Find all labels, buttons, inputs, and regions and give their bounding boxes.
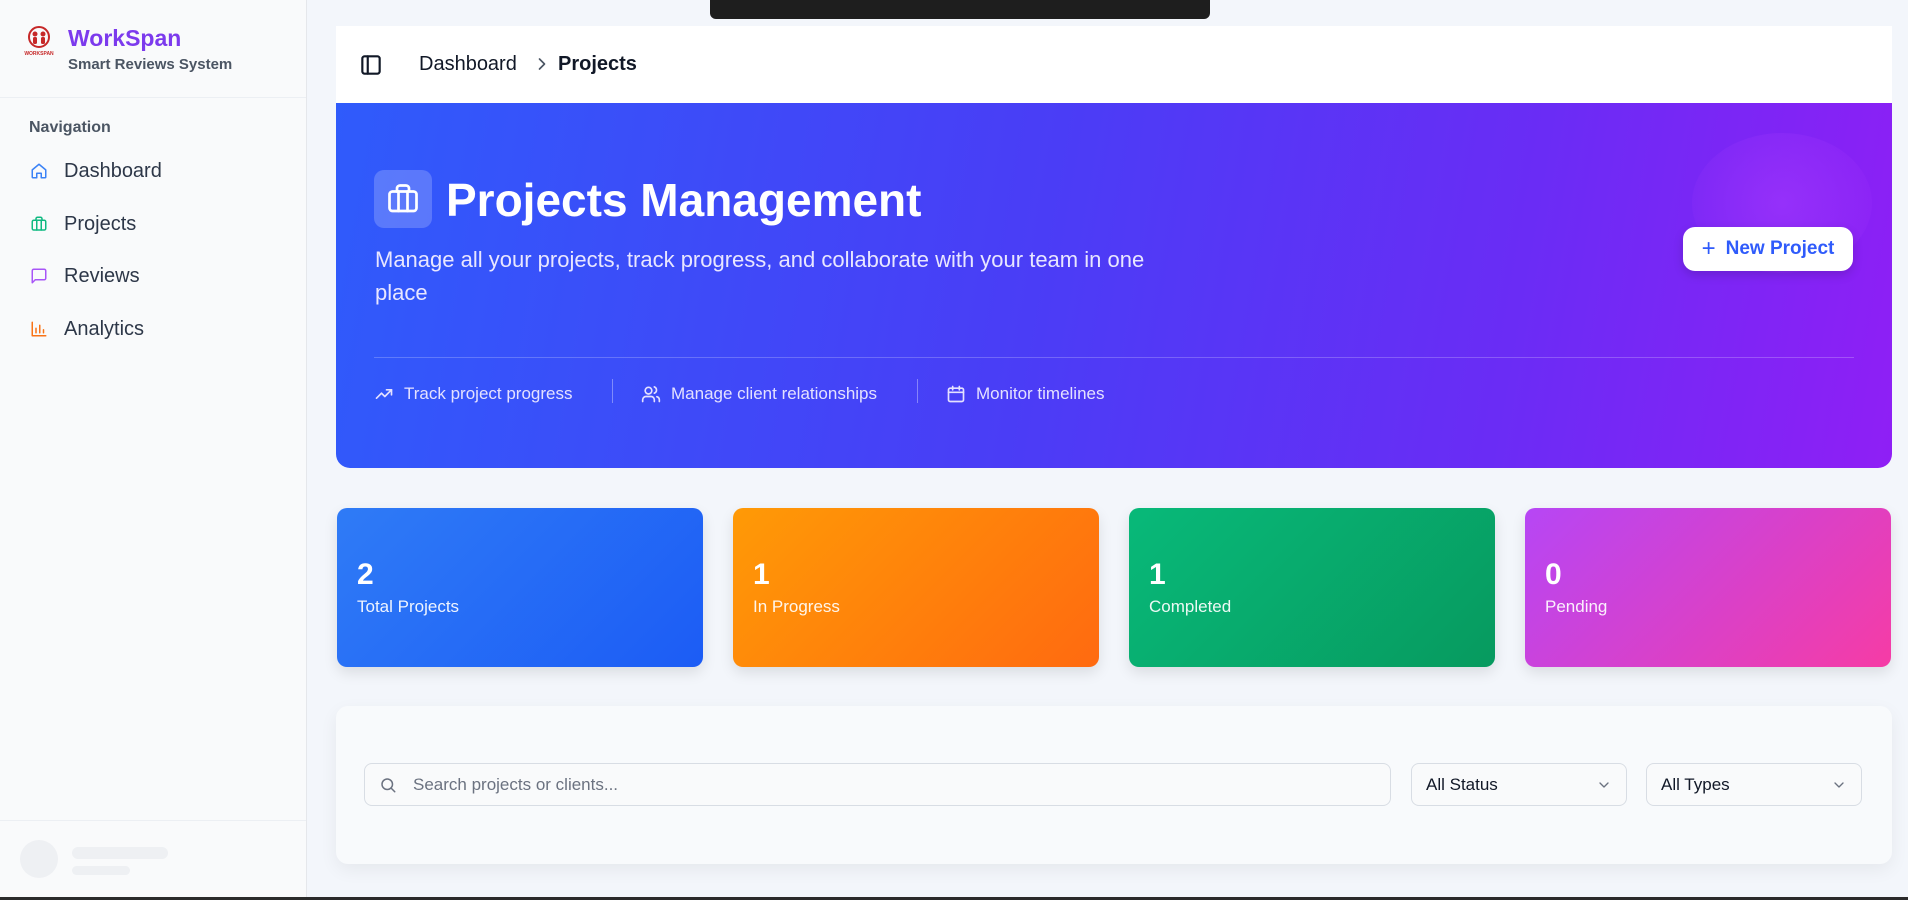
sidebar-item-label: Projects — [64, 212, 137, 235]
type-filter-select[interactable]: All Types — [1646, 763, 1862, 806]
page-description: Manage all your projects, track progress… — [375, 247, 1145, 305]
skeleton-line — [72, 866, 130, 875]
feature-separator — [612, 379, 613, 403]
briefcase-icon — [374, 170, 432, 228]
feature-label: Manage client relationships — [671, 384, 878, 403]
trending-up-icon — [374, 384, 394, 404]
breadcrumb-dashboard[interactable]: Dashboard — [419, 53, 517, 76]
search-input[interactable] — [413, 764, 1373, 805]
feature-label: Track project progress — [404, 384, 573, 403]
sidebar-item-label: Analytics — [64, 317, 145, 340]
workspan-logo: WORKSPAN — [24, 26, 54, 57]
type-filter-value: All Types — [1661, 775, 1730, 794]
hero-banner: Projects Management Manage all your proj… — [336, 103, 1892, 468]
chevron-down-icon — [1834, 782, 1844, 788]
feature-label: Monitor timelines — [976, 384, 1105, 403]
sidebar-toggle-icon[interactable] — [358, 52, 384, 78]
app-root: WORKSPAN WorkSpan Smart Reviews System N… — [0, 0, 1908, 900]
bar-chart-icon — [24, 314, 54, 344]
nav-heading: Navigation — [29, 119, 111, 136]
home-icon — [24, 156, 54, 186]
user-skeleton — [0, 820, 306, 900]
stat-label: Completed — [1149, 597, 1232, 616]
stat-value: 1 — [753, 558, 770, 591]
chevron-right-icon — [538, 58, 546, 70]
brand-subtitle: Smart Reviews System — [68, 56, 233, 73]
brand-name: WorkSpan — [68, 25, 182, 51]
chevron-down-icon — [1599, 782, 1609, 788]
skeleton-line — [72, 847, 168, 859]
page-title: Projects Management — [446, 174, 922, 226]
stat-card-in-progress: 1 In Progress — [733, 508, 1099, 667]
sidebar-item-reviews[interactable]: Reviews — [22, 254, 287, 298]
stat-label: In Progress — [753, 597, 840, 616]
feature-monitor-timelines: Monitor timelines — [946, 379, 1105, 409]
message-square-icon — [24, 261, 54, 291]
filter-panel: All Status All Types — [336, 706, 1892, 864]
stat-card-total-projects: 2 Total Projects — [337, 508, 703, 667]
feature-separator — [917, 379, 918, 403]
divider — [374, 357, 1854, 358]
sidebar-item-analytics[interactable]: Analytics — [22, 307, 287, 351]
sidebar-item-projects[interactable]: Projects — [22, 202, 287, 246]
search-box[interactable] — [364, 763, 1391, 806]
stat-label: Pending — [1545, 597, 1608, 616]
stat-value: 2 — [357, 558, 374, 591]
plus-icon: + — [1701, 235, 1716, 262]
new-project-label: New Project — [1725, 238, 1835, 259]
sidebar: WORKSPAN WorkSpan Smart Reviews System N… — [0, 0, 307, 900]
briefcase-icon — [24, 209, 54, 239]
stat-value: 0 — [1545, 558, 1562, 591]
feature-client-relationships: Manage client relationships — [641, 379, 877, 409]
sidebar-item-label: Reviews — [64, 264, 140, 287]
brand-header: WORKSPAN WorkSpan Smart Reviews System — [0, 0, 306, 98]
overlay-bar — [710, 0, 1210, 19]
calendar-icon — [946, 384, 966, 404]
stat-card-pending: 0 Pending — [1525, 508, 1891, 667]
avatar-placeholder — [20, 840, 58, 878]
top-header: Dashboard Projects — [336, 26, 1892, 103]
status-filter-value: All Status — [1426, 775, 1498, 794]
users-icon — [641, 384, 661, 404]
breadcrumb-projects: Projects — [558, 53, 637, 75]
stat-label: Total Projects — [357, 597, 460, 616]
stat-card-completed: 1 Completed — [1129, 508, 1495, 667]
sidebar-item-label: Dashboard — [64, 159, 162, 182]
svg-text:WORKSPAN: WORKSPAN — [24, 51, 54, 57]
sidebar-item-dashboard[interactable]: Dashboard — [22, 149, 287, 193]
new-project-button[interactable]: + New Project — [1683, 227, 1853, 271]
stat-value: 1 — [1149, 558, 1166, 591]
status-filter-select[interactable]: All Status — [1411, 763, 1627, 806]
search-icon — [381, 778, 396, 793]
feature-track-progress: Track project progress — [374, 379, 572, 409]
